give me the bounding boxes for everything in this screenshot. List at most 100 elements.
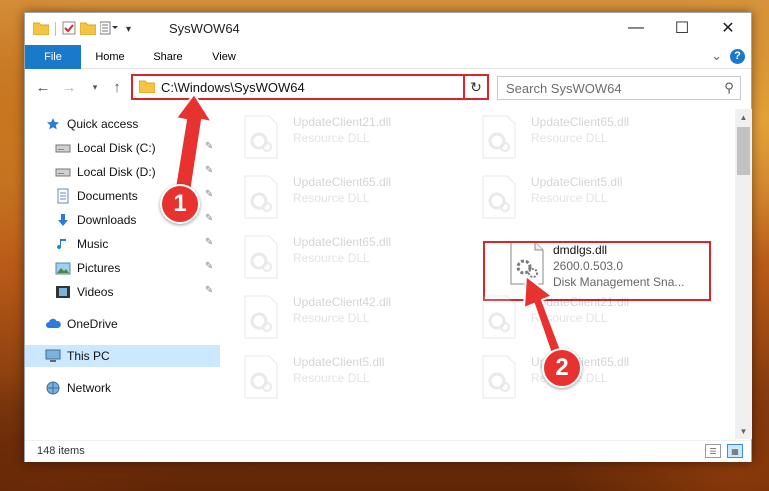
- forward-button[interactable]: →: [59, 77, 79, 97]
- step-1-badge: 1: [160, 184, 200, 224]
- tab-view[interactable]: View: [199, 45, 249, 69]
- tab-share[interactable]: Share: [141, 45, 195, 69]
- expand-ribbon-icon[interactable]: ⌄: [711, 48, 722, 64]
- window-controls: — ☐ ✕: [613, 13, 751, 43]
- help-icon[interactable]: ?: [730, 48, 745, 64]
- sidebar-item-label: Local Disk (D:): [77, 165, 156, 179]
- scroll-up-icon[interactable]: ▲: [735, 109, 752, 125]
- item-count: 148 items: [37, 445, 85, 457]
- tab-file[interactable]: File: [25, 45, 81, 69]
- sidebar-item-label: Quick access: [67, 117, 139, 131]
- sidebar-item-label: Network: [67, 381, 112, 395]
- window-title: SysWOW64: [169, 21, 240, 36]
- list-item[interactable]: UpdateClient65.dll Resource DLL: [221, 169, 447, 225]
- scrollbar-thumb[interactable]: [737, 127, 750, 175]
- dll-file-icon: [482, 175, 516, 219]
- sidebar-item-music[interactable]: Music: [55, 233, 215, 255]
- callout-arrow-2: [522, 274, 566, 362]
- minimize-button[interactable]: —: [613, 13, 659, 43]
- file-description: Resource DLL: [531, 131, 608, 145]
- recent-locations-button[interactable]: ▾: [85, 77, 105, 97]
- folder-icon[interactable]: [32, 21, 50, 38]
- search-input[interactable]: Search SysWOW64: [506, 81, 718, 96]
- qat-dropdown-icon[interactable]: ▾: [126, 24, 131, 35]
- sidebar-item-label: Documents: [77, 189, 138, 203]
- file-description: Resource DLL: [293, 191, 370, 205]
- tiles-view-icon[interactable]: ▦: [727, 444, 743, 458]
- file-name: UpdateClient21.dll: [293, 115, 392, 129]
- properties-icon[interactable]: [62, 21, 76, 38]
- explorer-window: ▾ SysWOW64 — ☐ ✕ File Home Share View ⌄ …: [24, 12, 752, 462]
- file-name: UpdateClient65.dll: [531, 115, 630, 129]
- sidebar-item-label: OneDrive: [67, 317, 118, 331]
- sidebar-item-label: Downloads: [77, 213, 137, 227]
- file-description: Resource DLL: [293, 311, 370, 325]
- scroll-down-icon[interactable]: ▼: [735, 423, 752, 439]
- dll-file-icon: [482, 355, 516, 399]
- sidebar-item-label: Videos: [77, 285, 114, 299]
- list-item[interactable]: UpdateClient42.dll Resource DLL: [221, 289, 447, 345]
- list-item[interactable]: UpdateClient5.dll Resource DLL: [459, 169, 685, 225]
- quick-access-toolbar: ▾: [32, 19, 131, 39]
- pin-icon[interactable]: ✎: [205, 285, 213, 296]
- search-box[interactable]: Search SysWOW64 ⚲: [497, 76, 741, 100]
- star-icon: [45, 116, 61, 132]
- file-description: Resource DLL: [531, 191, 608, 205]
- file-name: UpdateClient42.dll: [293, 295, 392, 309]
- pin-icon[interactable]: ✎: [205, 237, 213, 248]
- sidebar-item-pictures[interactable]: Pictures: [55, 257, 215, 279]
- file-description: Resource DLL: [293, 251, 370, 265]
- navigation-bar: ← → ▾ ↑ C:\Windows\SysWOW64 ⌄ ↻ Search S…: [25, 70, 751, 104]
- drive-icon: [55, 164, 71, 180]
- dll-file-icon: [244, 115, 278, 159]
- tab-home[interactable]: Home: [83, 45, 137, 69]
- details-view-icon[interactable]: ☰: [705, 444, 721, 458]
- documents-icon: [55, 188, 71, 204]
- file-description: Resource DLL: [293, 131, 370, 145]
- refresh-button[interactable]: ↻: [463, 74, 489, 100]
- sidebar-item-onedrive[interactable]: OneDrive: [45, 313, 215, 335]
- pin-icon[interactable]: ✎: [205, 213, 213, 224]
- pin-icon[interactable]: ✎: [205, 261, 213, 272]
- list-item[interactable]: UpdateClient65.dll Resource DLL: [459, 109, 685, 165]
- file-list: UpdateClient21.dll Resource DLL UpdateCl…: [221, 109, 735, 439]
- toolbar-divider: [55, 22, 56, 36]
- music-icon: [55, 236, 71, 252]
- sidebar-item-label: Music: [77, 237, 109, 251]
- dll-file-icon: [244, 175, 278, 219]
- close-button[interactable]: ✕: [705, 13, 751, 43]
- dll-file-icon: [244, 355, 278, 399]
- file-description: Resource DLL: [293, 371, 370, 385]
- pictures-icon: [55, 260, 71, 276]
- callout-arrow-1: [172, 92, 215, 200]
- up-button[interactable]: ↑: [107, 77, 127, 97]
- computer-icon: [45, 348, 61, 364]
- status-bar: 148 items ☰ ▦: [25, 440, 751, 462]
- sidebar-item-network[interactable]: Network: [45, 377, 215, 399]
- sidebar-item-label: This PC: [67, 349, 110, 363]
- sidebar-item-videos[interactable]: Videos: [55, 281, 215, 303]
- downloads-icon: [55, 212, 71, 228]
- dll-file-icon: [244, 295, 278, 339]
- list-item[interactable]: UpdateClient21.dll Resource DLL: [221, 109, 447, 165]
- list-item[interactable]: UpdateClient65.dll Resource DLL: [221, 229, 447, 285]
- videos-icon: [55, 284, 71, 300]
- maximize-button[interactable]: ☐: [659, 13, 705, 43]
- file-name: UpdateClient65.dll: [293, 235, 392, 249]
- sidebar-item-this-pc[interactable]: This PC: [25, 345, 220, 367]
- back-button[interactable]: ←: [33, 77, 53, 97]
- file-name: UpdateClient65.dll: [293, 175, 392, 189]
- sidebar-item-label: Local Disk (C:): [77, 141, 156, 155]
- search-icon[interactable]: ⚲: [718, 80, 740, 96]
- vertical-scrollbar[interactable]: ▲ ▼: [735, 109, 752, 439]
- network-icon: [45, 380, 61, 396]
- dll-file-icon: [482, 295, 516, 339]
- step-2-badge: 2: [542, 348, 582, 388]
- list-item[interactable]: UpdateClient5.dll Resource DLL: [221, 349, 447, 405]
- cloud-icon: [45, 316, 61, 332]
- ribbon-tabs: File Home Share View ⌄ ?: [25, 45, 751, 69]
- ribbon-right-controls: ⌄ ?: [711, 48, 745, 64]
- new-folder-icon[interactable]: [79, 21, 97, 38]
- dll-file-icon: [482, 115, 516, 159]
- customize-icon[interactable]: [99, 21, 118, 38]
